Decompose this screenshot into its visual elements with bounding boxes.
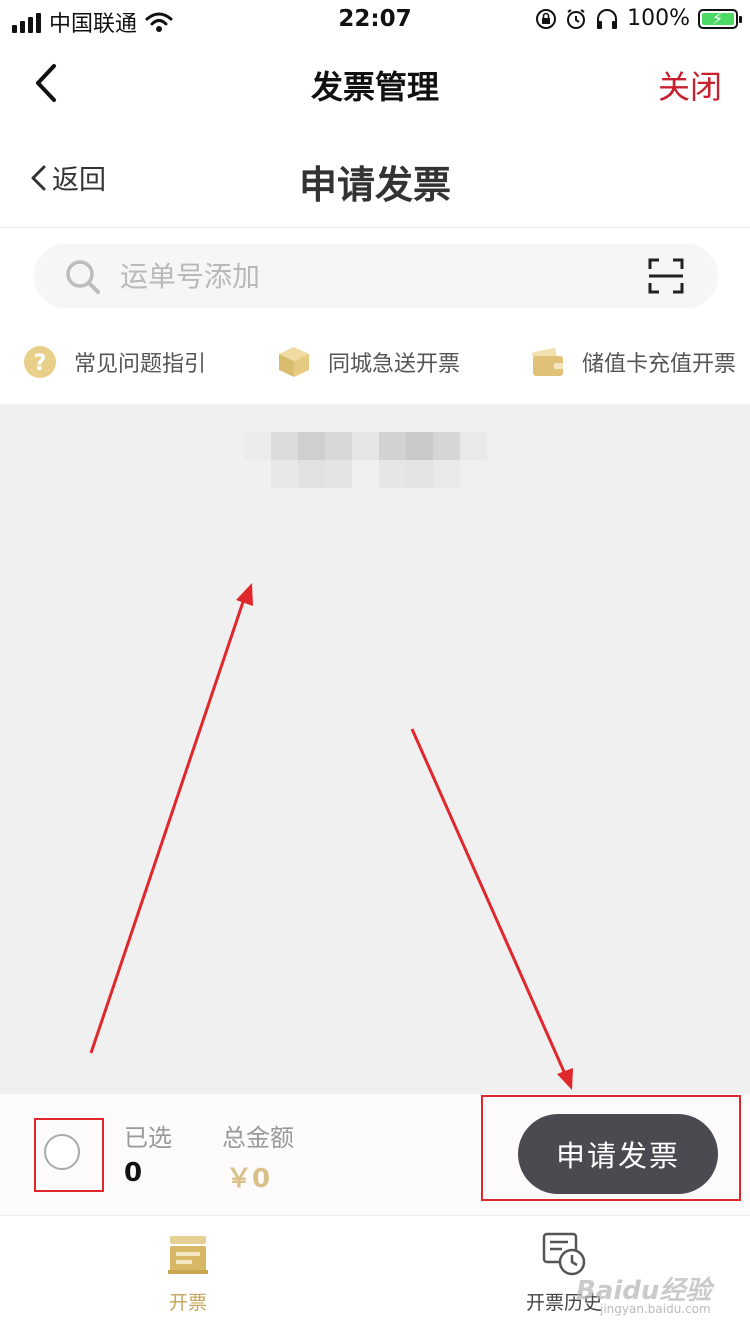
quick-links: ? 常见问题指引 同城急送开票 储值卡充值开票 <box>0 330 750 400</box>
quick-link-label: 同城急送开票 <box>328 352 461 377</box>
invoice-icon <box>168 1236 208 1274</box>
close-button[interactable]: 关闭 <box>658 62 722 108</box>
back-label: 返回 <box>52 165 106 196</box>
quick-link-stored-card[interactable]: 储值卡充值开票 <box>530 344 736 380</box>
scan-icon[interactable] <box>648 258 684 294</box>
wallet-icon <box>531 348 563 376</box>
annotation-box-apply <box>481 1095 741 1201</box>
sub-header: 返回 申请发票 <box>0 128 750 228</box>
status-bar: 中国联通 22:07 100% ⚡ <box>0 0 750 40</box>
tab-invoice[interactable]: 开票 <box>98 1230 278 1315</box>
baidu-watermark-url: jingyan.baidu.com <box>600 1302 711 1316</box>
carrier-label: 中国联通 <box>49 12 138 37</box>
rotation-lock-icon <box>536 8 557 29</box>
nav-bar: 发票管理 关闭 <box>0 40 750 128</box>
battery-percent: 100% <box>627 6 690 31</box>
question-icon: ? <box>24 346 56 378</box>
selected-count: 0 <box>124 1158 143 1188</box>
quick-link-faq[interactable]: ? 常见问题指引 <box>22 344 206 380</box>
waybill-search-input[interactable] <box>120 252 620 300</box>
status-left: 中国联通 <box>12 6 173 38</box>
headphones-icon <box>597 8 618 29</box>
blurred-text <box>244 432 488 488</box>
wifi-icon <box>145 12 173 32</box>
total-amount-label: 总金额 <box>222 1124 294 1152</box>
page-title: 发票管理 <box>310 68 439 106</box>
svg-text:?: ? <box>34 351 47 376</box>
back-chevron-icon[interactable] <box>22 58 72 108</box>
tab-label: 开票 <box>168 1292 207 1314</box>
back-button[interactable]: 返回 <box>28 158 106 197</box>
chevron-left-icon <box>31 165 46 190</box>
signal-icon <box>12 11 41 33</box>
section-title: 申请发票 <box>298 163 451 207</box>
status-right: 100% ⚡ <box>535 6 742 31</box>
annotation-box-checkbox <box>34 1118 104 1192</box>
quick-link-label: 储值卡充值开票 <box>582 352 737 377</box>
total-amount-value: ￥0 <box>226 1164 271 1194</box>
battery-icon: ⚡ <box>698 8 742 29</box>
search-bar <box>34 244 718 308</box>
alarm-icon <box>567 8 586 29</box>
search-icon <box>66 260 100 294</box>
package-icon <box>279 347 309 377</box>
waybill-list-area <box>0 404 750 1094</box>
selected-label: 已选 <box>124 1124 172 1152</box>
quick-link-label: 常见问题指引 <box>74 352 207 377</box>
quick-link-express[interactable]: 同城急送开票 <box>276 344 460 380</box>
